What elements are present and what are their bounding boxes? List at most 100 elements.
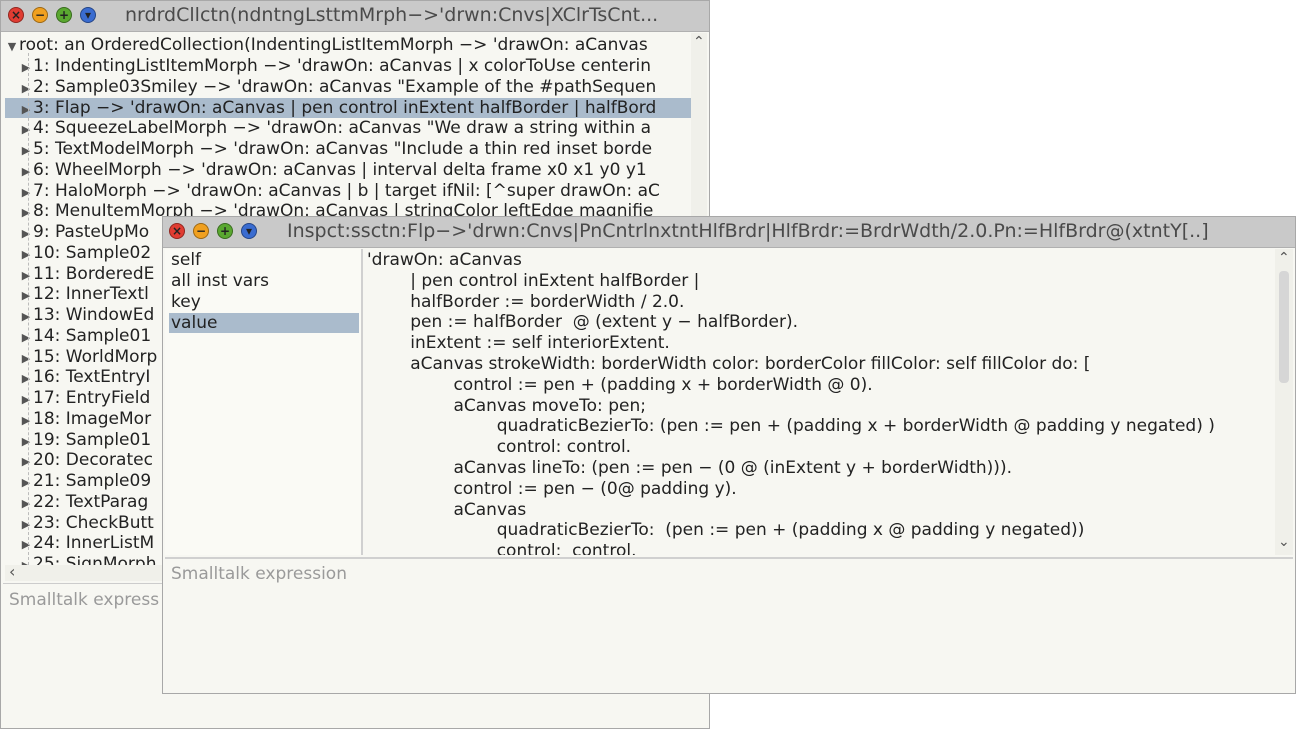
tree-item-label: 18: ImageMor (33, 408, 152, 429)
collapsed-icon[interactable]: ▶ (19, 515, 33, 533)
tree-item-label: 2: Sample03Smiley −> 'drawOn: aCanvas "E… (33, 76, 657, 97)
collapsed-icon[interactable]: ▶ (19, 349, 33, 367)
window-title: nrdrdCllctn(ndntngLsttmMrph−>'drwn:Cnvs|… (125, 4, 659, 26)
code-line: pen := halfBorder @ (extent y − halfBord… (367, 312, 799, 333)
tree-item-label: 3: Flap −> 'drawOn: aCanvas | pen contro… (33, 97, 657, 118)
code-line: control: control. (367, 541, 637, 555)
field-item[interactable]: value (169, 313, 359, 333)
collapsed-icon[interactable]: ▶ (19, 162, 33, 180)
tree-item-label: 24: InnerListM (33, 533, 155, 554)
collapsed-icon[interactable]: ▶ (19, 183, 33, 201)
tree-item-label: 12: InnerTextl (33, 284, 149, 305)
collapsed-icon[interactable]: ▶ (19, 411, 33, 429)
collapsed-icon[interactable]: ▶ (19, 245, 33, 263)
title-bar[interactable]: × − + ▾ nrdrdCllctn(ndntngLsttmMrph−>'dr… (1, 1, 709, 32)
field-item[interactable]: all inst vars (169, 271, 359, 291)
collapsed-icon[interactable]: ▶ (19, 141, 33, 159)
tree-item-label: 1: IndentingListItemMorph −> 'drawOn: aC… (33, 56, 652, 76)
tree-item[interactable]: ▶ 5: TextModelMorph −> 'drawOn: aCanvas "… (5, 139, 691, 159)
code-line: control: control. (367, 437, 632, 458)
field-item[interactable]: key (169, 292, 359, 312)
tree-item-label: 21: Sample09 (33, 471, 152, 491)
tree-item[interactable]: ▶ 7: HaloMorph −> 'drawOn: aCanvas | b | … (5, 181, 691, 201)
collapsed-icon[interactable]: ▶ (19, 535, 33, 553)
tree-item-label: 9: PasteUpMo (33, 222, 150, 242)
collapsed-icon[interactable]: ▶ (19, 494, 33, 512)
collapsed-icon[interactable]: ▶ (19, 452, 33, 470)
scroll-thumb[interactable] (1279, 271, 1289, 383)
close-icon[interactable]: × (169, 223, 185, 239)
tree-item-label: 13: WindowEd (33, 305, 155, 325)
code-line: control := pen − (0@ padding y). (367, 478, 737, 499)
scroll-down-icon[interactable]: ⌄ (1278, 535, 1290, 549)
maximize-icon[interactable]: + (217, 223, 233, 239)
tree-item-label: 15: WorldMorp (33, 346, 158, 367)
minimize-icon[interactable]: − (193, 223, 209, 239)
window-menu-icon[interactable]: ▾ (80, 7, 96, 23)
tree-item-label: 7: HaloMorph −> 'drawOn: aCanvas | b | t… (33, 180, 660, 201)
evaluation-pane[interactable]: Smalltalk expression (165, 557, 1293, 693)
collapsed-icon[interactable]: ▶ (19, 58, 33, 76)
collapsed-icon[interactable]: ▶ (19, 473, 33, 491)
collapsed-icon[interactable]: ▶ (19, 307, 33, 325)
close-icon[interactable]: × (8, 7, 24, 23)
inspector-window[interactable]: × − + ▾ Inspct:ssctn:Flp−>'drwn:Cnvs|PnC… (162, 216, 1296, 694)
fields-list[interactable]: self all inst vars key value (165, 249, 361, 555)
tree-item-label: 16: TextEntryI (33, 367, 151, 388)
evaluation-placeholder: Smalltalk expression (171, 564, 347, 584)
collapsed-icon[interactable]: ▶ (19, 266, 33, 284)
collapsed-icon[interactable]: ▶ (19, 120, 33, 138)
scroll-up-icon[interactable]: ⌃ (1278, 251, 1290, 265)
tree-root-label: root: an OrderedCollection(IndentingList… (19, 35, 648, 55)
code-line: aCanvas strokeWidth: borderWidth color: … (367, 354, 1091, 374)
code-line: control := pen + (padding x + borderWidt… (367, 374, 873, 395)
pane-divider[interactable] (361, 249, 363, 555)
collapsed-icon[interactable]: ▶ (19, 100, 33, 118)
code-vertical-scrollbar[interactable]: ⌃ ⌄ (1275, 249, 1293, 555)
expanded-icon[interactable]: ▼ (5, 37, 19, 55)
tree-item[interactable]: ▶ 2: Sample03Smiley −> 'drawOn: aCanvas "… (5, 77, 691, 97)
tree-item-label: 17: EntryField (33, 388, 151, 408)
window-menu-icon[interactable]: ▾ (241, 223, 257, 239)
code-line: | pen control inExtent halfBorder | (367, 270, 700, 291)
scroll-left-icon[interactable]: ‹ (9, 564, 15, 580)
evaluation-placeholder: Smalltalk express (9, 590, 160, 610)
tree-item[interactable]: ▶ 3: Flap −> 'drawOn: aCanvas | pen contr… (5, 97, 691, 118)
scroll-up-icon[interactable]: ⌃ (693, 35, 705, 49)
tree-item-label: 4: SqueezeLabelMorph −> 'drawOn: aCanvas… (33, 118, 652, 139)
tree-root-row[interactable]: ▼ root: an OrderedCollection(IndentingLis… (5, 35, 691, 55)
collapsed-icon[interactable]: ▶ (19, 432, 33, 450)
code-line: aCanvas moveTo: pen; (367, 395, 646, 416)
field-item[interactable]: self (169, 250, 359, 270)
collapsed-icon[interactable]: ▶ (19, 369, 33, 387)
code-line: aCanvas lineTo: (pen := pen − (0 @ (inEx… (367, 458, 1012, 478)
tree-item[interactable]: ▶ 6: WheelMorph −> 'drawOn: aCanvas | int… (5, 160, 691, 180)
title-bar[interactable]: × − + ▾ Inspct:ssctn:Flp−>'drwn:Cnvs|PnC… (163, 217, 1295, 248)
code-pane[interactable]: 'drawOn: aCanvas | pen control inExtent … (365, 249, 1273, 555)
tree-item-label: 14: Sample01 (33, 325, 152, 346)
code-line: aCanvas (367, 499, 527, 520)
collapsed-icon[interactable]: ▶ (19, 203, 33, 221)
collapsed-icon[interactable]: ▶ (19, 224, 33, 242)
collapsed-icon[interactable]: ▶ (19, 79, 33, 97)
collapsed-icon[interactable]: ▶ (19, 390, 33, 408)
tree-item-label: 22: TextParag (33, 491, 149, 512)
tree-item-label: 11: BorderedE (33, 263, 155, 284)
collapsed-icon[interactable]: ▶ (19, 556, 33, 565)
code-line: 'drawOn: aCanvas (367, 250, 522, 270)
maximize-icon[interactable]: + (56, 7, 72, 23)
tree-item[interactable]: ▶ 4: SqueezeLabelMorph −> 'drawOn: aCanva… (5, 118, 691, 138)
tree-item-label: 19: Sample01 (33, 429, 152, 450)
tree-item-label: 10: Sample02 (33, 242, 152, 263)
tree-item-label: 23: CheckButt (33, 512, 154, 533)
collapsed-icon[interactable]: ▶ (19, 286, 33, 304)
tree-item-label: 20: Decoratec (33, 450, 153, 471)
tree-connector (28, 53, 29, 565)
collapsed-icon[interactable]: ▶ (19, 328, 33, 346)
tree-item-label: 5: TextModelMorph −> 'drawOn: aCanvas "I… (33, 139, 653, 159)
tree-item[interactable]: ▶ 1: IndentingListItemMorph −> 'drawOn: a… (5, 56, 691, 76)
code-line: quadraticBezierTo: (pen := pen + (paddin… (367, 416, 1215, 437)
tree-item-label: 6: WheelMorph −> 'drawOn: aCanvas | inte… (33, 159, 647, 180)
tree-item-label: 25: SignMorph (33, 554, 157, 565)
minimize-icon[interactable]: − (32, 7, 48, 23)
